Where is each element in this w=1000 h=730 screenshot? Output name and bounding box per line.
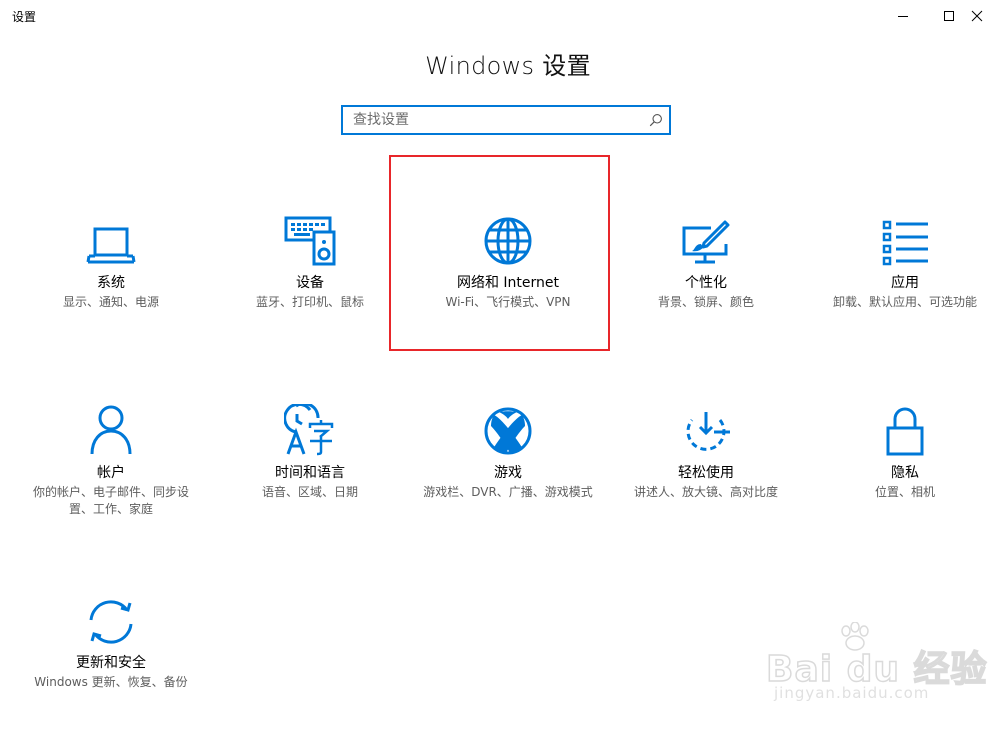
tile-system[interactable]: 系统 显示、通知、电源 xyxy=(11,210,211,311)
tile-desc: 显示、通知、电源 xyxy=(62,295,159,309)
search-input[interactable] xyxy=(343,107,643,133)
tile-update-security[interactable]: 更新和安全 Windows 更新、恢复、备份 xyxy=(11,590,211,691)
minimize-icon xyxy=(898,16,908,17)
person-icon xyxy=(90,405,132,455)
tile-label: 轻松使用 xyxy=(678,465,734,481)
update-sync-icon xyxy=(89,600,133,644)
ease-of-access-icon xyxy=(686,412,730,451)
close-button[interactable] xyxy=(954,0,1000,32)
time-language-icon xyxy=(284,404,334,456)
tile-label: 游戏 xyxy=(494,465,522,481)
devices-icon xyxy=(284,216,336,266)
tile-desc: 游戏栏、DVR、广播、游戏模式 xyxy=(423,485,593,499)
tile-label: 设备 xyxy=(296,275,324,291)
search-icon[interactable] xyxy=(649,113,663,127)
tile-gaming[interactable]: 游戏 游戏栏、DVR、广播、游戏模式 xyxy=(408,400,608,501)
tile-label: 更新和安全 xyxy=(76,655,146,671)
tile-label: 网络和 Internet xyxy=(456,275,560,291)
tile-desc: 讲述人、放大镜、高对比度 xyxy=(633,485,778,499)
tile-label: 个性化 xyxy=(685,275,727,291)
tile-desc: 你的帐户、电子邮件、同步设置、工作、家庭 xyxy=(32,485,189,516)
laptop-icon xyxy=(86,227,136,264)
page-title: Windows 设置 xyxy=(425,52,591,80)
tile-time-language[interactable]: 时间和语言 语音、区域、日期 xyxy=(210,400,410,501)
xbox-icon xyxy=(484,407,532,455)
lock-icon xyxy=(886,407,924,456)
tile-desc: 背景、锁屏、颜色 xyxy=(657,295,754,309)
apps-list-icon xyxy=(882,220,928,266)
baidu-watermark: Bai du 经验 jingyan.baidu.com xyxy=(760,622,987,712)
personalization-icon xyxy=(682,220,730,264)
tile-desc: 位置、相机 xyxy=(874,485,935,499)
tile-desc: Wi-Fi、飞行模式、VPN xyxy=(445,295,571,309)
title-bar: 设置 xyxy=(0,0,1000,32)
tile-label: 时间和语言 xyxy=(275,465,345,481)
tile-desc: 语音、区域、日期 xyxy=(261,485,358,499)
tile-personalization[interactable]: 个性化 背景、锁屏、颜色 xyxy=(606,210,806,311)
tile-devices[interactable]: 设备 蓝牙、打印机、鼠标 xyxy=(210,210,410,311)
settings-window: 设置 Windows 设置 系统 xyxy=(0,0,1000,730)
tile-apps[interactable]: 应用 卸载、默认应用、可选功能 xyxy=(805,210,1000,311)
minimize-button[interactable] xyxy=(880,0,926,32)
tile-accounts[interactable]: 帐户 你的帐户、电子邮件、同步设置、工作、家庭 xyxy=(11,400,211,518)
tile-desc: 卸载、默认应用、可选功能 xyxy=(832,295,977,309)
tile-desc: 蓝牙、打印机、鼠标 xyxy=(255,295,364,309)
tile-desc: Windows 更新、恢复、备份 xyxy=(34,675,188,689)
watermark-url: jingyan.baidu.com xyxy=(774,684,930,702)
tile-label: 隐私 xyxy=(891,465,919,481)
tile-label: 帐户 xyxy=(97,465,125,481)
search-box[interactable] xyxy=(341,105,671,135)
tile-label: 系统 xyxy=(97,275,125,291)
tile-privacy[interactable]: 隐私 位置、相机 xyxy=(805,400,1000,501)
tile-ease-of-access[interactable]: 轻松使用 讲述人、放大镜、高对比度 xyxy=(606,400,806,501)
tile-label: 应用 xyxy=(891,275,919,291)
tile-network-internet[interactable]: 网络和 Internet Wi-Fi、飞行模式、VPN xyxy=(408,210,608,311)
close-icon xyxy=(971,10,983,22)
window-title: 设置 xyxy=(12,10,37,24)
globe-icon xyxy=(484,217,532,265)
